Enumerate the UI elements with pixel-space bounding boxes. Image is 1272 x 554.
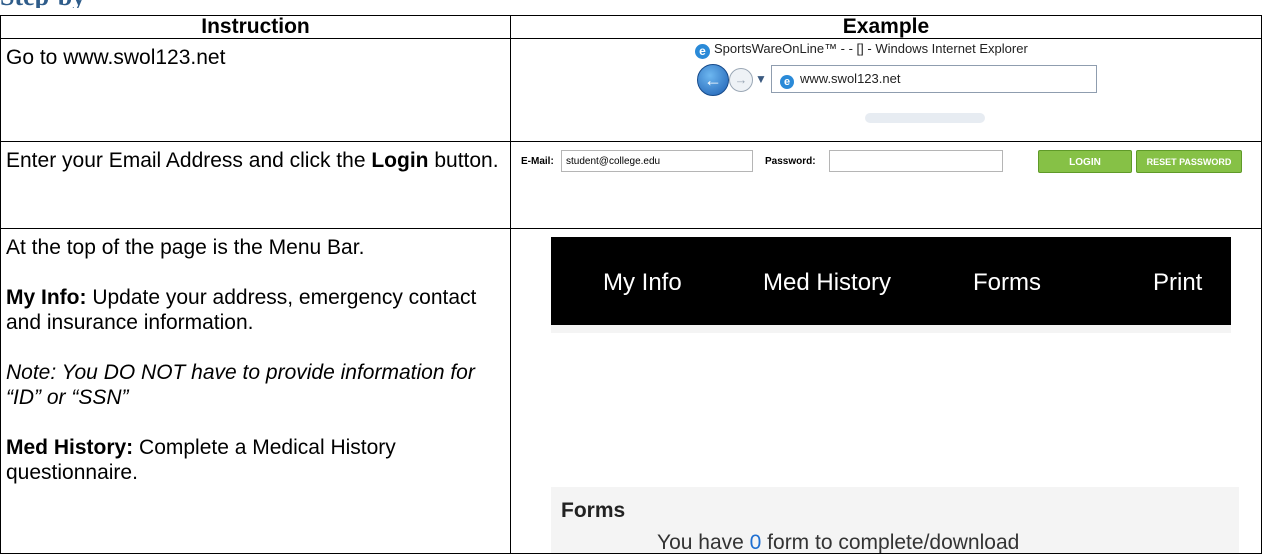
ie-page-icon: e	[780, 75, 794, 89]
forms-status: You have 0 form to complete/download	[657, 531, 1020, 554]
table-row: Go to www.swol123.net e SportsWareOnLine™…	[0, 38, 1262, 142]
menu-bar-intro: At the top of the page is the Menu Bar.	[6, 236, 365, 259]
email-field[interactable]: student@college.edu	[561, 150, 753, 172]
menu-bar-shadow	[551, 325, 1231, 333]
table-row: Enter your Email Address and click the L…	[0, 141, 1262, 229]
browser-title: SportsWareOnLine™ - - [] - Windows Inter…	[714, 41, 1028, 56]
login-button[interactable]: Login	[1038, 150, 1132, 173]
ie-logo-icon: e	[695, 44, 710, 59]
email-label: E-Mail:	[521, 156, 554, 167]
myinfo-description: My Info: Update your address, emergency …	[6, 285, 510, 335]
password-field[interactable]	[829, 150, 1003, 172]
instruction-text: Go to www.swol123.net	[6, 46, 226, 69]
example-cell: E-Mail: student@college.edu Password: Lo…	[510, 141, 1262, 229]
table-header-row: Instruction Example	[0, 15, 1262, 39]
note-text: Note: You DO NOT have to provide informa…	[6, 361, 475, 409]
example-cell: e SportsWareOnLine™ - - [] - Windows Inte…	[510, 38, 1262, 142]
example-cell: My Info Med History Forms Print Forms Yo…	[510, 228, 1262, 554]
forms-status-text: You have	[657, 531, 750, 554]
instruction-text-part: button.	[428, 149, 499, 172]
forms-count[interactable]: 0	[750, 531, 762, 553]
login-keyword: Login	[371, 149, 429, 172]
menu-item-print[interactable]: Print	[1153, 269, 1202, 297]
forward-arrow-icon[interactable]: →	[729, 68, 753, 92]
chevron-down-icon[interactable]: ▼	[755, 72, 767, 86]
address-bar[interactable]: e www.swol123.net	[771, 65, 1097, 93]
instruction-text-part: Enter your Email Address and click the	[6, 149, 372, 172]
page-heading-fragment: Step-by	[0, 0, 90, 8]
medhistory-description: Med History: Complete a Medical History …	[6, 435, 510, 485]
password-label: Password:	[765, 156, 816, 167]
instruction-text: At the top of the page is the Menu Bar. …	[1, 229, 510, 485]
forms-title: Forms	[561, 499, 626, 522]
instruction-cell: Enter your Email Address and click the L…	[0, 141, 511, 229]
myinfo-label: My Info:	[6, 286, 87, 309]
instruction-table: Instruction Example Go to www.swol123.ne…	[0, 15, 1262, 554]
table-row: At the top of the page is the Menu Bar. …	[0, 228, 1262, 554]
menu-item-forms[interactable]: Forms	[973, 269, 1041, 297]
instruction-cell: At the top of the page is the Menu Bar. …	[0, 228, 511, 554]
browser-screenshot: e SportsWareOnLine™ - - [] - Windows Inte…	[695, 41, 1097, 125]
menu-bar: My Info Med History Forms Print	[551, 237, 1231, 325]
instruction-text: Enter your Email Address and click the L…	[1, 142, 510, 173]
header-instruction: Instruction	[0, 15, 511, 39]
decorative-shadow	[865, 113, 985, 123]
forms-status-text: form to complete/download	[761, 531, 1020, 554]
address-text: www.swol123.net	[800, 71, 901, 86]
menu-item-med-history[interactable]: Med History	[763, 269, 891, 297]
medhistory-label: Med History:	[6, 436, 134, 459]
instruction-cell: Go to www.swol123.net	[0, 38, 511, 142]
back-arrow-icon[interactable]: ←	[697, 64, 729, 96]
forms-panel: Forms You have 0 form to complete/downlo…	[551, 487, 1239, 554]
header-example: Example	[510, 15, 1262, 39]
browser-title-bar: e SportsWareOnLine™ - - [] - Windows Inte…	[695, 41, 1028, 59]
menu-item-my-info[interactable]: My Info	[603, 269, 682, 297]
reset-password-button[interactable]: Reset Password	[1136, 150, 1242, 173]
